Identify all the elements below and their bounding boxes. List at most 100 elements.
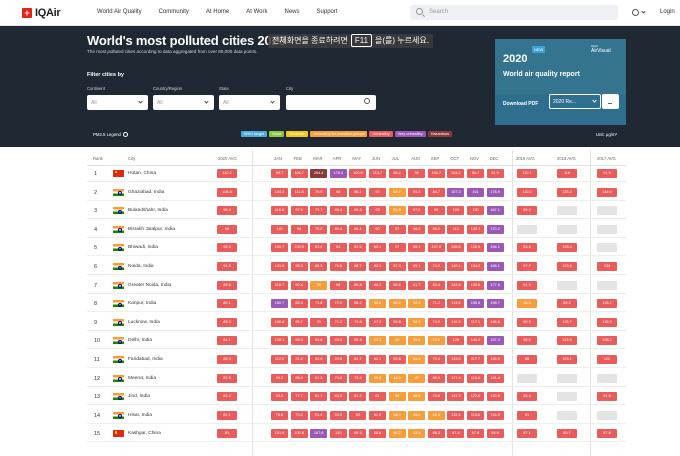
search-input[interactable]: Search [410,5,618,20]
nav-at-work[interactable]: At Work [246,9,267,15]
chevron-down-icon[interactable] [641,9,646,14]
table-row[interactable]: 13 Jind, India 82.4 93.2 77.7 61.7 84.2 81.2 61 3… [87,389,626,406]
column-header[interactable]: SEP [431,156,439,161]
continent-select[interactable]: All [87,95,148,110]
city-name[interactable]: Ghaziabad, India [128,190,164,195]
pm25-value-cell: 67.5 [467,429,484,439]
table-row[interactable]: 7 Greater Noida, India 89.5 116.7 90.4 55 68 88… [87,278,626,294]
column-header[interactable]: MAR [313,156,322,161]
city-name[interactable]: Bisrakh Jalalpur, India [128,227,175,232]
table-row[interactable]: 5 Bhiwadi, India 95.5 100.7 103.9 81.4 84 83.9 6… [87,240,626,257]
column-header[interactable]: DEC [490,156,499,161]
pm25-value-cell: 70 [310,317,328,327]
column-header[interactable]: FEB [294,156,302,161]
pm25-value-cell: 54.9 [388,206,406,216]
pm25-value-cell: 60 [369,187,386,197]
city-search-field[interactable] [286,95,376,110]
table-row[interactable]: 4 Bisrakh Jalalpur, India 96 140 98 70.2 80.4 8… [87,222,626,238]
pm25-value-cell: 114.6 [447,299,465,309]
city-name[interactable]: Bhiwadi, India [128,245,158,250]
table-row[interactable]: 14 Hisar, India 81.1 78.6 73.3 61.4 93.9 93 61.9… [87,408,626,424]
column-header[interactable]: 2019 AVG [516,156,535,161]
globe-icon[interactable] [632,9,639,16]
pm25-value-cell: 82.9 [217,373,237,383]
pm25-value-cell: 81.4 [310,243,328,253]
city-label: City [286,86,294,91]
pm25-value-cell: 146.1 [447,262,465,271]
country-value: All [157,100,163,106]
table-row[interactable]: 1 Hotan, China 110.2 93.7 104.7 264.4 176.4 100… [87,166,626,182]
nav-world-air-quality[interactable]: World Air Quality [97,9,142,15]
pm25-value-cell: 115.6 [467,410,484,420]
column-header[interactable]: AUG [411,156,420,161]
pm25-value-cell: 177.8 [486,280,504,290]
report-select[interactable]: 2020 Re... [549,94,601,109]
column-header[interactable]: JUL [392,156,399,161]
pm25-value-cell: 128.5 [467,243,484,253]
column-header[interactable]: 2020 AVG [218,156,237,161]
nav-news[interactable]: News [285,9,300,15]
city-name[interactable]: Hotan, China [128,171,156,176]
pm25-value-cell: 74.5 [427,262,445,271]
column-header[interactable]: JUN [372,156,380,161]
country-label: Country/Region [153,86,183,91]
city-name[interactable]: Greater Noida, India [128,283,171,288]
pm25-value-cell: 57 [388,224,406,234]
column-header[interactable]: MAY [352,156,361,161]
table-row[interactable]: 6 Noida, India 94.3 131.6 98.3 65.3 76.6 88.7 62… [87,259,626,275]
chevron-down-icon [270,99,275,104]
city-name[interactable]: Kashgar, China [128,431,161,436]
pm25-value-cell: 98.4 [217,206,237,216]
pm25-value-cell: 103.9 [290,243,308,253]
column-header[interactable]: 2018 AVG [557,156,576,161]
country-select[interactable]: All [153,95,214,110]
city-name[interactable]: Jind, India [128,394,150,399]
nav-support[interactable]: Support [317,9,338,15]
column-header[interactable]: City [128,156,135,161]
city-name[interactable]: Lucknow, India [128,320,160,325]
city-name[interactable]: Delhi, India [128,338,152,343]
chevron-down-icon [204,99,209,104]
column-header[interactable]: APR [333,156,342,161]
top-nav: + IQAir World Air Quality Community At H… [0,0,680,26]
pm25-value-cell: 130.6 [467,280,484,290]
city-name[interactable]: Bulandshahr, India [128,208,168,213]
pm25-value-cell: 91.2 [290,355,308,364]
download-icon[interactable] [602,94,619,109]
login-link[interactable]: Login [660,9,675,15]
info-icon[interactable] [122,132,128,138]
city-name[interactable]: Kanpur, India [128,301,156,306]
table-row[interactable]: 15 Kashgar, China 81 101.9 109.8 167.8 120 69.3… [87,426,626,443]
city-name[interactable]: Hisar, India [128,413,152,418]
nav-at-home[interactable]: At Home [206,9,229,15]
rank-number: 11 [94,357,100,363]
pm25-value-cell: 54.6 [369,299,386,309]
state-select[interactable]: All [219,95,280,110]
column-header[interactable]: OCT [450,156,459,161]
table-row[interactable]: 8 Kanpur, India 89.1 150.7 83.9 71.8 72.3 89.2 5… [87,296,626,313]
table-row[interactable]: 11 Faridabad, India 83.3 112.2 91.2 64.9 69.6 8… [87,352,626,368]
table-row[interactable]: 3 Bulandshahr, India 98.4 116.8 97.6 71.7 86.4… [87,203,626,220]
column-header[interactable]: Rank [93,156,103,161]
table-row[interactable]: 9 Lucknow, India 88.2 106.8 95.7 70 71.2 74.8 57… [87,315,626,331]
table-row[interactable]: 12 Meerut, India 82.9 99.2 85.8 61.3 74.8 73.9 4… [87,371,626,387]
continent-value: All [91,100,97,106]
pm25-value-cell: 84.7 [349,355,367,364]
table-row[interactable]: 2 Ghaziabad, India 106.6 144.3 111.8 79.9 68 86… [87,185,626,201]
pm25-value-cell: 49.2 [388,429,406,439]
pm25-value-cell: 38 [388,392,406,402]
table-row[interactable]: 10 Delhi, India 84.1 128.1 99.6 64.8 63.5 85.3 5… [87,333,626,350]
city-name[interactable]: Noida, India [128,264,154,269]
city-name[interactable]: Meerut, India [128,376,156,381]
hero-section: World's most polluted cities 2020 The mo… [0,26,680,147]
city-name[interactable]: Faridabad, India [128,357,163,362]
pm25-value-cell: 134 [597,262,617,271]
legend-chip: Unhealthy [369,131,393,137]
column-header[interactable]: 2017 AVG [597,156,616,161]
iqair-logo[interactable]: + IQAir [22,7,61,19]
page-subtitle: The most polluted cities according to da… [87,49,258,54]
column-header[interactable]: JAN [274,156,282,161]
column-header[interactable]: NOV [470,156,479,161]
pm25-value-cell [597,410,617,420]
nav-community[interactable]: Community [159,9,189,15]
